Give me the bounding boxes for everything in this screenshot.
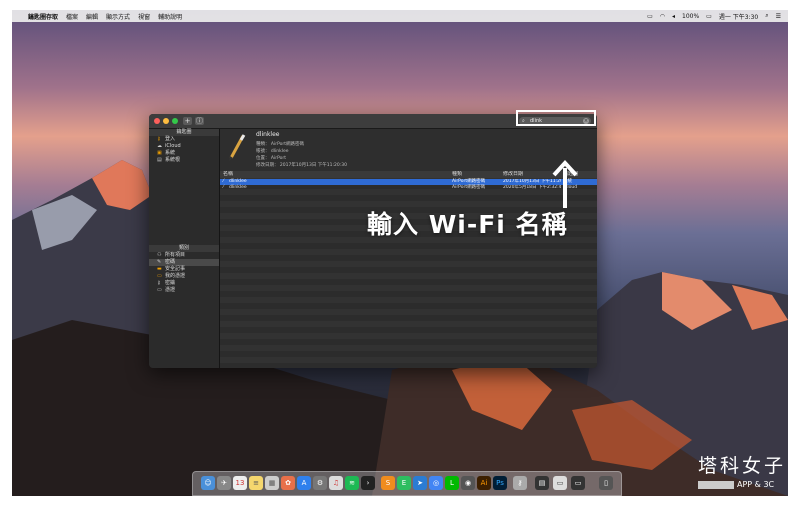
trash-icon[interactable]: ▯	[599, 476, 613, 490]
categories-header: 類別	[149, 245, 219, 252]
spotlight-icon[interactable]: ⌕	[765, 12, 768, 20]
spotify-icon[interactable]: ≋	[345, 476, 359, 490]
menu-view[interactable]: 顯示方式	[106, 12, 130, 21]
sidebar-item-system[interactable]: ▣ 系統	[149, 150, 219, 157]
notification-center-icon[interactable]: ☰	[776, 13, 781, 20]
calendar-icon[interactable]: 13	[233, 476, 247, 490]
sidebar-item-keys[interactable]: ⚷ 密鑰	[149, 280, 219, 287]
launchpad-icon[interactable]: ✈	[217, 476, 231, 490]
downloads-stack-icon[interactable]: ▤	[535, 476, 549, 490]
password-icon: ✎	[157, 259, 162, 265]
add-item-button[interactable]: +	[183, 117, 192, 125]
col-header-kind[interactable]: 種類	[452, 171, 462, 178]
table-header: 名稱 種類 修改日期 鑰匙圈	[220, 171, 597, 178]
col-header-name[interactable]: 名稱	[223, 171, 233, 178]
row-pencil-icon: ⁄	[223, 185, 224, 190]
menu-window[interactable]: 視窗	[138, 12, 150, 21]
watermark-logo	[698, 480, 734, 489]
sidebar-item-certificates[interactable]: ▭ 憑證	[149, 287, 219, 294]
photoshop-icon[interactable]: Ps	[493, 476, 507, 490]
evernote-icon[interactable]: E	[397, 476, 411, 490]
menu-file[interactable]: 檔案	[66, 12, 78, 21]
annotation-text: 輸入 Wi-Fi 名稱	[367, 210, 568, 239]
terminal-icon[interactable]: ›	[361, 476, 375, 490]
item-detail-pane: dlinklee 種類： AirPort網路密碼 帳號： dlinklee 位置…	[220, 129, 597, 171]
menu-help[interactable]: 輔助說明	[158, 12, 182, 21]
volume-icon[interactable]: ◂	[672, 13, 675, 20]
keychain-access-window: + ⓘ ⌕ dlink × 鑰匙圈 ⚷ 登入 ☁ iCloud ▣ 系統 ▤ 系統根 類…	[149, 114, 597, 368]
sublime-text-icon[interactable]: S	[381, 476, 395, 490]
illustrator-icon[interactable]: Ai	[477, 476, 491, 490]
notes-icon[interactable]: ≡	[249, 476, 263, 490]
watermark-subtitle: APP & 3C	[737, 480, 775, 489]
sidebar-item-icloud[interactable]: ☁ iCloud	[149, 143, 219, 150]
certificate-icon: ▭	[157, 287, 162, 293]
watermark-title: 塔科女子	[698, 455, 787, 477]
battery-icon[interactable]: ▭	[706, 13, 712, 20]
detail-modified: 修改日期： 2017年10月13日 下午11:20:30	[256, 163, 347, 168]
lock-icon: ▣	[157, 150, 162, 156]
cloud-icon: ☁	[157, 143, 162, 149]
cabinet-icon: ▤	[157, 157, 162, 163]
keychains-header: 鑰匙圈	[149, 129, 219, 136]
preview-icon[interactable]: ▦	[265, 476, 279, 490]
sidebar-item-all-items[interactable]: ⚇ 所有項目	[149, 252, 219, 259]
menu-bar: 鑰匙圈存取 檔案 編輯 顯示方式 視窗 輔助說明 ▭ ◠ ◂ 100% ▭ 週一…	[12, 10, 788, 22]
screen-stack-icon[interactable]: ▭	[571, 476, 585, 490]
sidebar: 鑰匙圈 ⚷ 登入 ☁ iCloud ▣ 系統 ▤ 系統根 類別 ⚇ 所有項目 ✎ 密碼 ▬ 安…	[149, 129, 220, 368]
key-icon: ⚷	[157, 136, 161, 142]
watermark: 塔科女子 APP & 3C	[698, 451, 786, 489]
key-icon: ⚷	[157, 280, 161, 286]
desktop: 鑰匙圈存取 檔案 編輯 顯示方式 視窗 輔助說明 ▭ ◠ ◂ 100% ▭ 週一…	[12, 10, 788, 496]
close-window-icon[interactable]	[154, 118, 160, 124]
all-items-icon: ⚇	[157, 252, 162, 258]
music-icon[interactable]: ♫	[329, 476, 343, 490]
sidebar-item-passwords[interactable]: ✎ 密碼	[149, 259, 219, 266]
zoom-window-icon[interactable]	[172, 118, 178, 124]
audio-app-icon[interactable]: ◉	[461, 476, 475, 490]
col-header-date[interactable]: 修改日期	[503, 171, 523, 178]
dock: ☺ ✈ 13 ≡ ▦ ✿ A ⚙ ♫ ≋ › S E ➤ ◎ L ◉ Ai Ps…	[192, 471, 622, 496]
sidebar-item-system-roots[interactable]: ▤ 系統根	[149, 157, 219, 164]
detail-name: dlinklee	[256, 131, 280, 138]
search-highlight-box	[516, 110, 596, 126]
telegram-icon[interactable]: ➤	[413, 476, 427, 490]
certificate-icon: ▭	[157, 273, 162, 279]
finder-icon[interactable]: ☺	[201, 476, 215, 490]
line-icon[interactable]: L	[445, 476, 459, 490]
sidebar-item-my-certificates[interactable]: ▭ 我的憑證	[149, 273, 219, 280]
sidebar-item-login[interactable]: ⚷ 登入	[149, 136, 219, 143]
info-button[interactable]: ⓘ	[195, 117, 204, 125]
clock[interactable]: 週一 下午3:30	[719, 12, 758, 21]
keychain-access-icon[interactable]: ⚷	[513, 476, 527, 490]
battery-text[interactable]: 100%	[682, 13, 699, 20]
sidebar-item-secure-notes[interactable]: ▬ 安全記事	[149, 266, 219, 273]
system-preferences-icon[interactable]: ⚙	[313, 476, 327, 490]
wifi-icon[interactable]: ◠	[660, 13, 665, 20]
detail-kind: 種類： AirPort網路密碼	[256, 142, 305, 147]
table-row[interactable]: ⁄ dlinklee AirPort網路密碼 2020年5月18日 下午2:32…	[220, 185, 597, 191]
app-store-icon[interactable]: A	[297, 476, 311, 490]
chrome-icon[interactable]: ◎	[429, 476, 443, 490]
menu-edit[interactable]: 編輯	[86, 12, 98, 21]
menu-app-name[interactable]: 鑰匙圈存取	[28, 12, 58, 21]
pencil-icon	[229, 134, 246, 161]
detail-where: 位置： AirPort	[256, 156, 287, 161]
screen-mirror-icon[interactable]: ▭	[647, 13, 653, 20]
arrow-up-icon	[552, 160, 578, 208]
secure-note-icon: ▬	[157, 266, 162, 272]
photos-icon[interactable]: ✿	[281, 476, 295, 490]
items-table: 名稱 種類 修改日期 鑰匙圈 ⁄ dlinklee AirPort網路密碼 20…	[220, 171, 597, 368]
documents-stack-icon[interactable]: ▭	[553, 476, 567, 490]
minimize-window-icon[interactable]	[163, 118, 169, 124]
detail-account: 帳號： dlinklee	[256, 149, 289, 154]
